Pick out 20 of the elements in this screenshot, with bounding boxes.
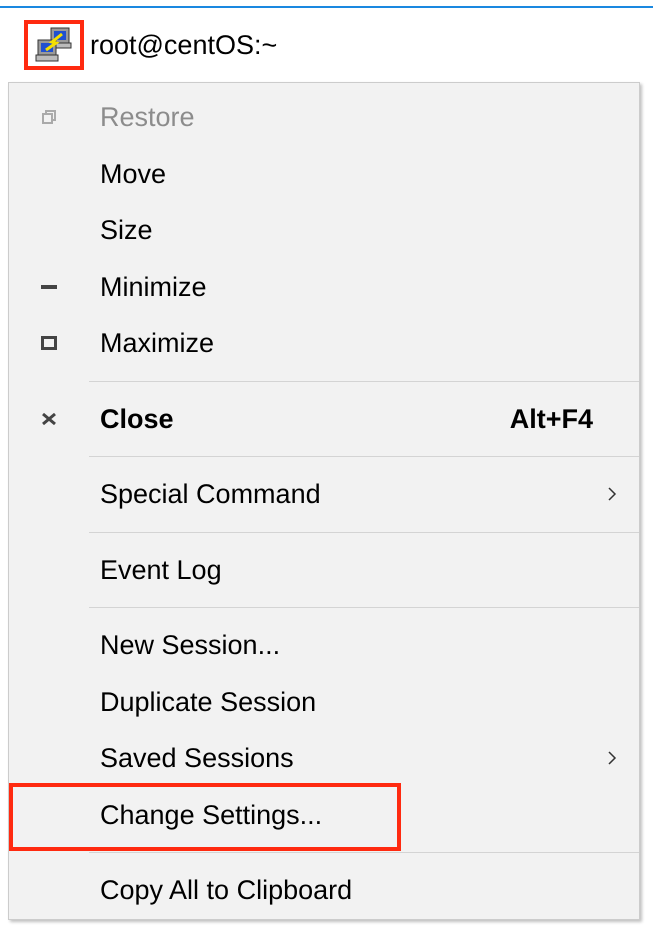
- menu-item[interactable]: Duplicate Session: [9, 674, 639, 730]
- menu-item[interactable]: Event Log: [9, 542, 639, 598]
- chevron-right-icon: [608, 487, 617, 502]
- menu-item[interactable]: Change Settings...: [9, 786, 639, 843]
- menu-item[interactable]: Saved Sessions: [9, 730, 639, 786]
- menu-item[interactable]: Maximize: [9, 315, 639, 372]
- close-icon: [42, 412, 56, 425]
- minimize-icon: [41, 284, 57, 289]
- menu-item[interactable]: Special Command: [9, 466, 639, 522]
- window-title: root@centOS:~: [90, 28, 278, 62]
- menu-item[interactable]: New Session...: [9, 617, 639, 674]
- network-computers-icon[interactable]: [34, 26, 74, 64]
- menu-item[interactable]: Copy All to Clipboard: [9, 862, 639, 918]
- menu-item[interactable]: Move: [9, 146, 639, 202]
- menu-item[interactable]: Close Alt+F4: [9, 390, 639, 447]
- menu-item[interactable]: Minimize: [9, 258, 639, 315]
- chevron-right-icon: [608, 751, 617, 766]
- restore-icon: [42, 110, 56, 124]
- menu-item[interactable]: Size: [9, 202, 639, 258]
- maximize-icon: [41, 336, 57, 350]
